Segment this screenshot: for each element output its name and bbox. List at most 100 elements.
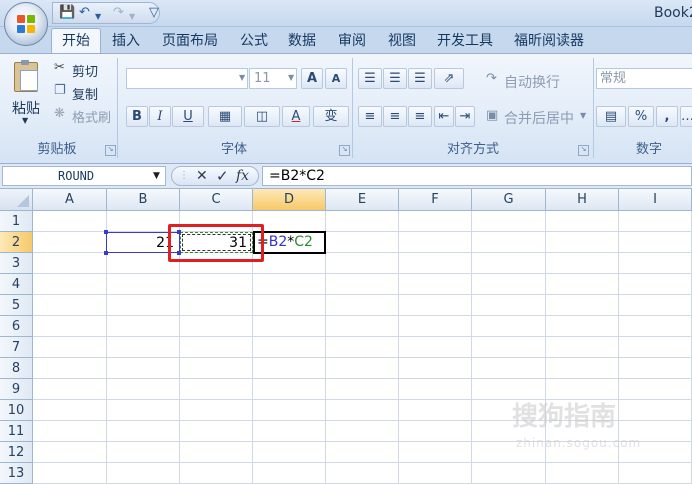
column-header-f[interactable]: F: [399, 189, 472, 211]
shrink-font-button[interactable]: A: [325, 68, 347, 89]
watermark-url: zhinan.sogou.com: [516, 436, 642, 450]
tab-developer[interactable]: 开发工具: [437, 31, 493, 53]
align-middle-button[interactable]: ☰: [383, 68, 407, 89]
align-right-button[interactable]: ≡: [408, 106, 432, 127]
row-header-3[interactable]: 3: [0, 253, 33, 274]
undo-icon[interactable]: ↶: [79, 6, 90, 20]
copy-button[interactable]: 复制: [72, 84, 98, 103]
cut-button[interactable]: 剪切: [72, 61, 98, 80]
redo-dropdown-icon[interactable]: ▼: [129, 10, 135, 24]
orientation-button[interactable]: ⇗: [434, 68, 464, 89]
tab-review[interactable]: 审阅: [338, 31, 366, 53]
increase-indent-icon: ⇥: [459, 109, 471, 124]
italic-button[interactable]: I: [149, 106, 171, 127]
column-header-a[interactable]: A: [33, 189, 107, 211]
align-center-button[interactable]: ≡: [383, 106, 407, 127]
save-icon[interactable]: 💾: [59, 6, 75, 20]
align-left-button[interactable]: ≡: [358, 106, 382, 127]
column-header-c[interactable]: C: [180, 189, 253, 211]
row-header-4[interactable]: 4: [0, 274, 33, 295]
font-group-label: 字体: [220, 142, 247, 157]
border-button[interactable]: ▦: [208, 106, 242, 127]
tab-view[interactable]: 视图: [388, 31, 416, 53]
formula-ref-b2: B2: [268, 234, 288, 250]
row-header-5[interactable]: 5: [0, 295, 33, 316]
format-painter-icon[interactable]: ❋: [54, 106, 65, 121]
customize-toolbar-icon[interactable]: ▽: [149, 6, 159, 20]
fill-color-button[interactable]: ◫: [244, 106, 280, 127]
insert-function-icon[interactable]: fx: [236, 167, 249, 185]
align-top-button[interactable]: ☰: [358, 68, 382, 89]
comma-style-button[interactable]: ,: [656, 106, 678, 127]
row-header-6[interactable]: 6: [0, 316, 33, 337]
font-color-button[interactable]: A: [282, 106, 310, 127]
wrap-text-icon: ↷: [486, 71, 497, 86]
font-size-dropdown-icon[interactable]: ▼: [288, 73, 294, 82]
enter-icon[interactable]: ✓: [216, 167, 229, 185]
select-all-button[interactable]: [0, 189, 33, 211]
gridline: [471, 211, 472, 484]
copy-icon[interactable]: ❐: [54, 83, 66, 98]
row-header-7[interactable]: 7: [0, 337, 33, 358]
phonetic-button[interactable]: 变: [313, 106, 349, 127]
tab-foxit-reader[interactable]: 福昕阅读器: [514, 31, 584, 53]
column-header-b[interactable]: B: [107, 189, 180, 211]
column-header-g[interactable]: G: [472, 189, 546, 211]
grow-font-button[interactable]: A: [301, 68, 323, 89]
alignment-launcher-icon[interactable]: ↘: [578, 145, 589, 156]
tab-data[interactable]: 数据: [288, 31, 316, 53]
row-header-1[interactable]: 1: [0, 211, 33, 232]
redo-icon[interactable]: ↷: [113, 6, 124, 20]
clipboard-launcher-icon[interactable]: ↘: [105, 145, 116, 156]
align-bottom-icon: ☰: [414, 71, 426, 86]
increase-decimal-button[interactable]: …: [680, 106, 692, 127]
row-header-9[interactable]: 9: [0, 379, 33, 400]
tab-insert[interactable]: 插入: [112, 31, 140, 53]
orientation-icon: ⇗: [443, 71, 455, 86]
font-launcher-icon[interactable]: ↘: [339, 145, 350, 156]
accounting-format-button[interactable]: ▤: [596, 106, 626, 127]
number-format-box[interactable]: 常规: [596, 68, 692, 89]
row-header-2[interactable]: 2: [0, 232, 33, 253]
column-header-d[interactable]: D: [253, 189, 326, 211]
underline-button[interactable]: U: [172, 106, 204, 127]
column-header-i[interactable]: I: [619, 189, 692, 211]
format-painter-button[interactable]: 格式刷: [72, 107, 111, 126]
align-bottom-button[interactable]: ☰: [408, 68, 432, 89]
name-box-dropdown-icon[interactable]: ▼: [153, 167, 160, 185]
paste-dropdown-icon[interactable]: ▼: [22, 116, 28, 125]
currency-icon: ▤: [604, 109, 618, 124]
bold-button[interactable]: B: [126, 106, 148, 127]
row-header-12[interactable]: 12: [0, 442, 33, 463]
row-header-8[interactable]: 8: [0, 358, 33, 379]
tab-page-layout[interactable]: 页面布局: [162, 31, 218, 53]
watermark: 搜狗指南: [512, 402, 617, 432]
row-header-10[interactable]: 10: [0, 400, 33, 421]
font-name-dropdown-icon[interactable]: ▼: [239, 73, 245, 82]
window-title: Book2: [654, 5, 692, 21]
cut-icon[interactable]: ✂: [54, 60, 65, 75]
tab-home[interactable]: 开始: [51, 28, 101, 54]
reference-handle: [104, 251, 108, 255]
formula-input[interactable]: =B2*C2: [262, 166, 692, 186]
cancel-icon[interactable]: ✕: [196, 167, 208, 185]
paste-button[interactable]: 粘贴: [12, 98, 40, 118]
percent-button[interactable]: %: [628, 106, 654, 127]
paste-icon[interactable]: [10, 60, 42, 94]
row-header-11[interactable]: 11: [0, 421, 33, 442]
decrease-indent-button[interactable]: ⇤: [434, 106, 454, 127]
column-header-h[interactable]: H: [546, 189, 619, 211]
name-box-value: ROUND: [58, 169, 95, 183]
undo-dropdown-icon[interactable]: ▼: [95, 10, 101, 24]
merge-center-button[interactable]: 合并后居中: [504, 108, 574, 128]
column-header-e[interactable]: E: [326, 189, 399, 211]
name-box[interactable]: ROUND ▼: [2, 166, 166, 186]
increase-indent-button[interactable]: ⇥: [455, 106, 475, 127]
font-name-box[interactable]: [126, 68, 248, 89]
office-button[interactable]: [4, 2, 48, 46]
tab-formulas[interactable]: 公式: [240, 31, 268, 53]
wrap-text-button[interactable]: 自动换行: [504, 72, 560, 92]
row-header-13[interactable]: 13: [0, 463, 33, 484]
reference-handle: [104, 230, 108, 234]
merge-dropdown-icon[interactable]: ▼: [580, 111, 586, 120]
